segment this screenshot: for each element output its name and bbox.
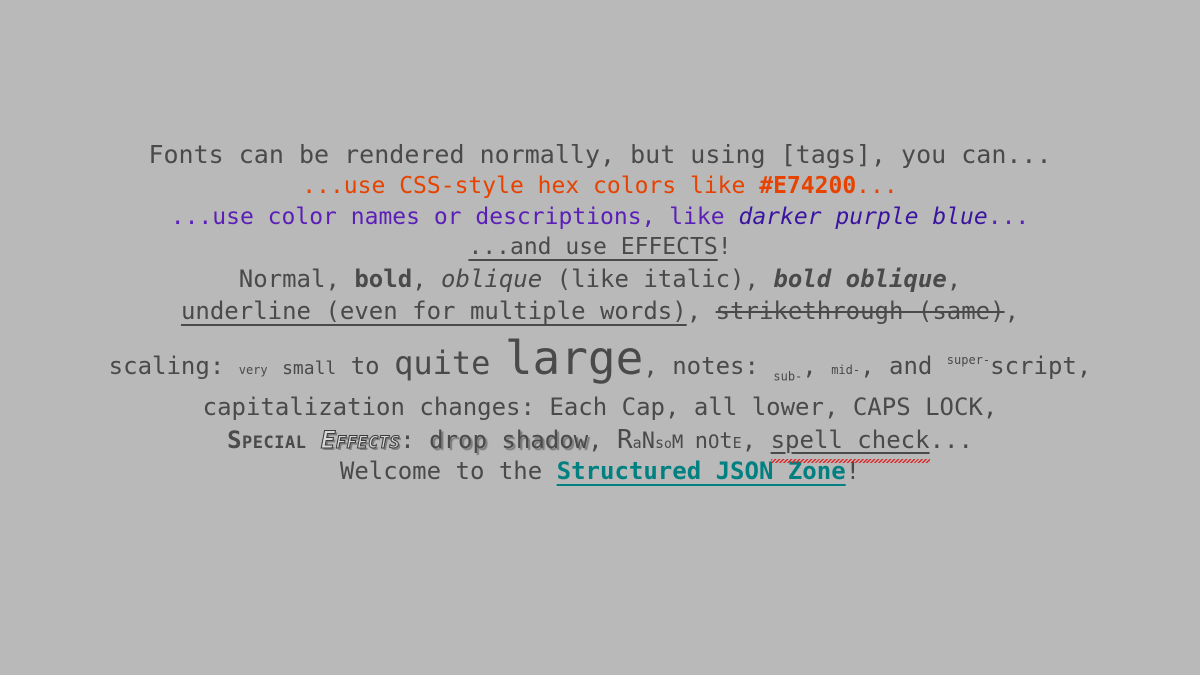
hex-suffix: ... (856, 173, 898, 199)
special-end: ... (929, 425, 973, 454)
styles-end: , (946, 265, 962, 293)
line-hex-color: ...use CSS-style hex colors like #E74200… (0, 175, 1200, 198)
scaling-space2 (490, 352, 504, 380)
ransom-letter: a (632, 433, 642, 452)
color-names-emphasis: darker purple blue (738, 204, 988, 230)
ransom-letter: t (719, 428, 733, 454)
ransom-letter: o (663, 436, 672, 452)
decoration-sep: , (686, 297, 716, 325)
caps-sep2: , (823, 392, 853, 421)
scaling-superscript: super- (946, 352, 991, 367)
scaling-midscript: mid- (831, 363, 861, 377)
scaling-space1 (268, 352, 282, 380)
drop-shadow-text: drop shadow (429, 425, 589, 454)
hex-prefix: ...use CSS-style hex colors like (302, 173, 760, 199)
scaling-subscript: sub- (773, 369, 803, 384)
scaling-script: script, (990, 352, 1092, 380)
scaling-sep2: , and (860, 352, 947, 380)
line-welcome: Welcome to the Structured JSON Zone! (0, 459, 1200, 483)
ransom-letter: n (694, 428, 708, 454)
ransom-letter: R (617, 424, 633, 455)
ransom-letter: M (671, 430, 684, 453)
styles-oblique: oblique (441, 265, 543, 293)
caps-each-cap: Each Cap (549, 392, 665, 421)
line-font-styles: Normal, bold, oblique (like italic), bol… (0, 267, 1200, 291)
line-effects: ...and use EFFECTS! (0, 236, 1200, 259)
scaling-to: to (336, 352, 395, 380)
ransom-letter: s (654, 433, 664, 452)
styles-sep1: , (412, 265, 442, 293)
scaling-very: very (238, 363, 268, 377)
caps-all-lower: all lower (693, 392, 824, 421)
decoration-strikethrough: strikethrough (same) (715, 297, 1005, 325)
special-colon: : (400, 425, 430, 454)
effects-exclamation: ! (717, 234, 732, 260)
scaling-label: scaling: (108, 352, 239, 380)
scaling-sep1: , (802, 352, 832, 380)
hex-value: #E74200 (759, 173, 857, 199)
color-names-prefix: ...use color names or descriptions, like (170, 204, 739, 230)
styles-normal: Normal, (238, 265, 355, 293)
special-word: Special (227, 425, 307, 454)
caps-end: , (982, 392, 998, 421)
styles-note: (like italic), (542, 265, 774, 293)
line-color-names: ...use color names or descriptions, like… (0, 206, 1200, 229)
ransom-letter (683, 431, 694, 453)
line-decorations: underline (even for multiple words), str… (0, 299, 1200, 323)
scaling-notes-label: , notes: (643, 352, 774, 380)
decoration-end: , (1004, 297, 1020, 325)
intro-text: Fonts can be rendered normally, but usin… (148, 140, 1052, 169)
effects-underlined-text: ...and use EFFECTS (468, 234, 718, 260)
scaling-large: large (504, 331, 644, 385)
line-intro: Fonts can be rendered normally, but usin… (0, 142, 1200, 167)
line-scaling: scaling: very small to quite large, note… (0, 335, 1200, 383)
effects-outline-word: Effects (320, 425, 401, 454)
special-sep2: , (741, 425, 771, 454)
caps-sep1: , (665, 392, 694, 421)
styles-bold: bold (354, 265, 413, 293)
caps-caps-lock: CAPS LOCK (852, 392, 983, 421)
special-space (306, 426, 320, 454)
scaling-quite: quite (394, 344, 491, 382)
decoration-underline: underline (even for multiple words) (180, 297, 687, 325)
line-special-effects: Special Effects: drop shadow, RaNsoM nOt… (0, 427, 1200, 453)
caps-label: capitalization changes: (202, 392, 550, 421)
ransom-letter: N (641, 428, 655, 454)
welcome-prefix: Welcome to the (339, 456, 557, 485)
styles-bold-oblique: bold oblique (773, 265, 947, 293)
scaling-small: small (282, 358, 337, 379)
color-names-suffix: ... (987, 204, 1030, 230)
ransom-note-text: RaNsoM nOtE (617, 426, 742, 454)
special-sep1: , (588, 425, 618, 454)
line-capitalization: capitalization changes: Each Cap, all lo… (0, 395, 1200, 419)
ransom-letter: O (707, 430, 720, 453)
spell-check-text: spell check (770, 425, 930, 454)
ransom-letter: E (732, 433, 742, 452)
text-effects-canvas: Fonts can be rendered normally, but usin… (0, 0, 1200, 675)
